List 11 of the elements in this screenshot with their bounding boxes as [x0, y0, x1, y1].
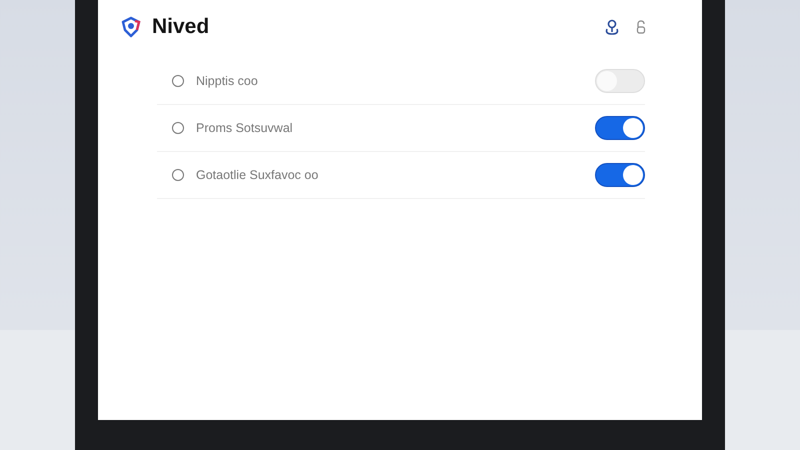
app-title: Nived	[152, 15, 210, 39]
setting-label: Proms Sotsuvwal	[196, 121, 294, 135]
user-icon[interactable]	[604, 18, 620, 36]
radio-button[interactable]	[172, 169, 184, 181]
toggle-switch[interactable]	[595, 116, 645, 140]
setting-label: Nipptis coo	[196, 74, 259, 88]
logo-icon	[120, 16, 142, 38]
setting-label: Gotaotlie Suxfavoc oo	[196, 168, 320, 182]
radio-button[interactable]	[172, 75, 184, 87]
toggle-switch[interactable]	[595, 163, 645, 187]
radio-button[interactable]	[172, 122, 184, 134]
